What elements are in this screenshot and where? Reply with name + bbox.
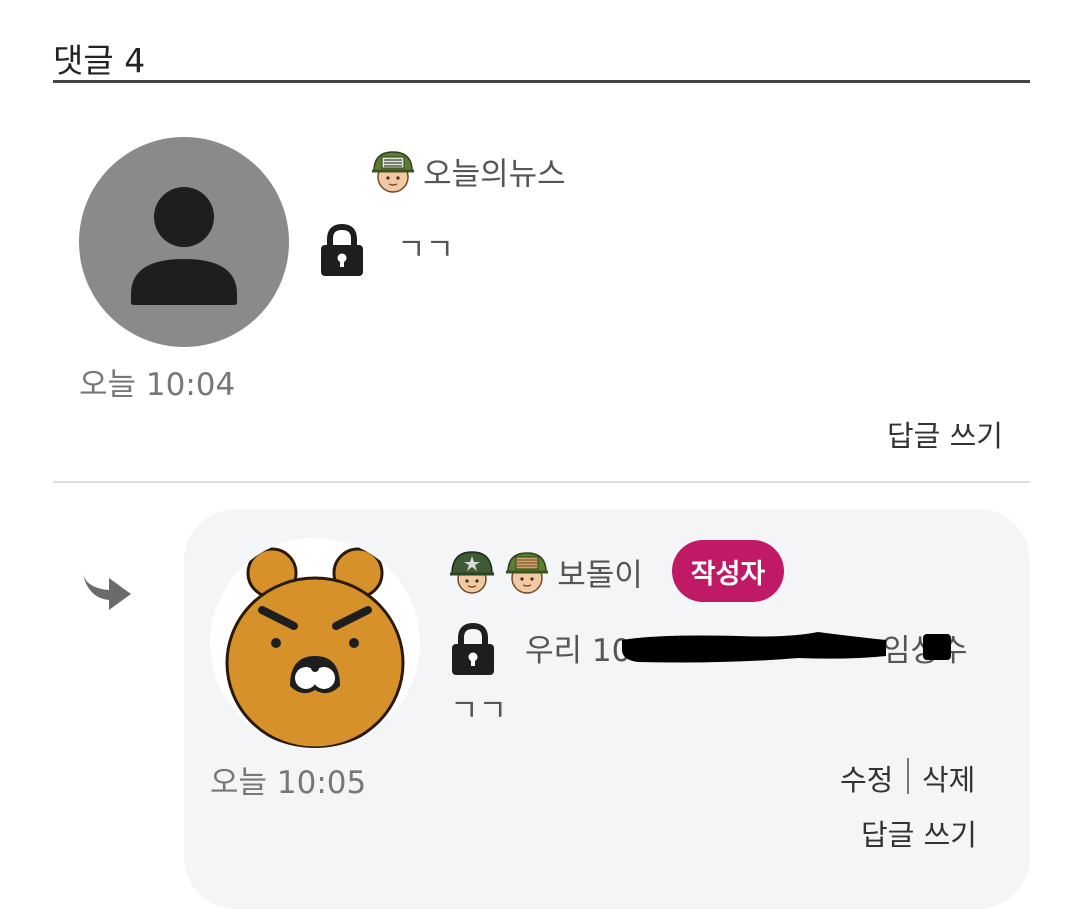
soldier-green-helmet-icon <box>447 547 497 597</box>
reply-mention-text: 우리 10 <box>525 633 632 669</box>
default-user-avatar[interactable] <box>79 137 289 347</box>
soldier-camo-helmet-icon <box>502 547 552 597</box>
redaction-mark <box>618 626 958 672</box>
reply-write-button[interactable]: 답글 쓰기 <box>861 812 977 854</box>
comment-divider <box>53 481 1030 483</box>
header-divider <box>53 80 1030 83</box>
edit-button[interactable]: 수정 <box>840 757 893 799</box>
action-separator <box>907 758 909 794</box>
comment-time: 오늘 10:04 <box>79 367 236 403</box>
soldier-camo-helmet-icon <box>368 146 418 196</box>
reply-write-button[interactable]: 답글 쓰기 <box>887 413 1003 455</box>
person-icon <box>131 187 237 305</box>
comment-text: ㄱㄱ <box>397 232 455 268</box>
lock-icon <box>450 622 496 676</box>
comments-header-title: 댓글 4 <box>53 41 146 80</box>
reply-nickname-row: 보돌이 <box>447 547 643 597</box>
ryan-character-avatar[interactable] <box>210 538 420 748</box>
delete-button[interactable]: 삭제 <box>922 757 975 799</box>
lock-icon <box>319 223 365 277</box>
comment-nickname[interactable]: 오늘의뉴스 <box>423 157 566 193</box>
author-badge: 작성자 <box>672 540 784 602</box>
reply-arrow-icon <box>79 566 133 616</box>
reply-text: ㄱㄱ <box>450 693 508 729</box>
comment-nickname-row: 오늘의뉴스 <box>368 146 566 196</box>
reply-nickname[interactable]: 보돌이 <box>557 558 643 594</box>
reply-time: 오늘 10:05 <box>210 765 367 801</box>
